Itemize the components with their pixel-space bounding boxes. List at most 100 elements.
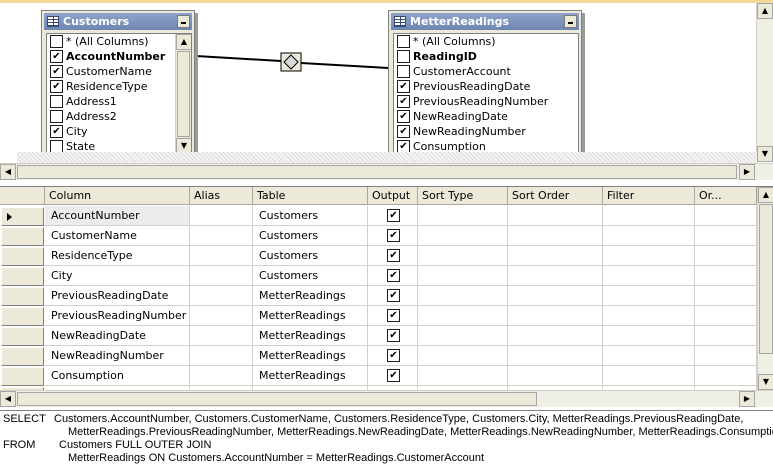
metterreadings-table-box[interactable]: MetterReadings * (All Columns) ReadingID…: [388, 10, 582, 158]
checkbox[interactable]: ✔: [397, 95, 410, 108]
scroll-right-icon[interactable]: ▶: [739, 164, 755, 180]
minimize-button[interactable]: [177, 15, 190, 28]
cell-sorttype[interactable]: [418, 266, 508, 286]
column-item[interactable]: ✔ City: [47, 124, 191, 139]
header-output[interactable]: Output: [368, 187, 418, 205]
cell-sorttype[interactable]: [418, 366, 508, 386]
cell-sorttype[interactable]: [418, 326, 508, 346]
cell-or[interactable]: [695, 226, 757, 246]
cell-alias[interactable]: [190, 266, 253, 286]
diagram-horizontal-scrollbar[interactable]: ◀ ▶: [0, 163, 773, 180]
cell-output[interactable]: ✔: [368, 226, 418, 246]
checkbox[interactable]: [397, 50, 410, 63]
cell-sorttype[interactable]: [418, 206, 508, 226]
scroll-down-icon[interactable]: ▼: [758, 374, 773, 390]
cell-filter[interactable]: [603, 306, 695, 326]
header-column[interactable]: Column: [45, 187, 190, 205]
cell-sorttype[interactable]: [418, 306, 508, 326]
row-selector[interactable]: [1, 347, 44, 366]
output-checkbox[interactable]: ✔: [387, 269, 400, 282]
cell-sortorder[interactable]: [508, 346, 603, 366]
cell-alias[interactable]: [190, 226, 253, 246]
cell-table[interactable]: MetterReadings: [253, 306, 368, 326]
cell-filter[interactable]: [603, 246, 695, 266]
output-checkbox[interactable]: ✔: [387, 369, 400, 382]
row-selector[interactable]: [1, 327, 44, 346]
checkbox[interactable]: ✔: [397, 125, 410, 138]
scroll-thumb[interactable]: [759, 204, 773, 354]
checkbox[interactable]: [397, 35, 410, 48]
cell-sortorder[interactable]: [508, 286, 603, 306]
column-item[interactable]: * (All Columns): [47, 34, 191, 49]
cell-sortorder[interactable]: [508, 246, 603, 266]
checkbox[interactable]: ✔: [50, 50, 63, 63]
column-item[interactable]: ✔ NewReadingDate: [394, 109, 578, 124]
cell-sortorder[interactable]: [508, 306, 603, 326]
row-selector[interactable]: [1, 227, 44, 246]
checkbox[interactable]: ✔: [50, 125, 63, 138]
cell-sortorder[interactable]: [508, 266, 603, 286]
scroll-up-icon[interactable]: ▲: [176, 34, 191, 50]
output-checkbox[interactable]: ✔: [387, 309, 400, 322]
cell-filter[interactable]: [603, 366, 695, 386]
output-checkbox[interactable]: ✔: [387, 209, 400, 222]
grid-vertical-scrollbar[interactable]: ▲ ▼: [757, 187, 773, 390]
cell-or[interactable]: [695, 306, 757, 326]
header-sort-order[interactable]: Sort Order: [508, 187, 603, 205]
checkbox[interactable]: ✔: [397, 80, 410, 93]
cell-filter[interactable]: [603, 206, 695, 226]
cell-sortorder[interactable]: [508, 366, 603, 386]
cell-column[interactable]: PreviousReadingDate: [45, 286, 190, 306]
cell-table[interactable]: Customers: [253, 266, 368, 286]
customers-table-box[interactable]: Customers * (All Columns) ✔ AccountNumber…: [41, 10, 195, 158]
column-item[interactable]: ✔ ResidenceType: [47, 79, 191, 94]
scroll-left-icon[interactable]: ◀: [0, 391, 16, 407]
row-selector[interactable]: [1, 207, 44, 226]
diagram-vertical-scrollbar[interactable]: ▲ ▼: [756, 3, 773, 162]
cell-output[interactable]: ✔: [368, 326, 418, 346]
cell-table[interactable]: Customers: [253, 206, 368, 226]
cell-alias[interactable]: [190, 366, 253, 386]
scroll-down-icon[interactable]: ▼: [757, 146, 773, 162]
header-sort-type[interactable]: Sort Type: [418, 187, 508, 205]
cell-output[interactable]: ✔: [368, 246, 418, 266]
column-item[interactable]: ✔ NewReadingNumber: [394, 124, 578, 139]
cell-table[interactable]: Customers: [253, 226, 368, 246]
cell-alias[interactable]: [190, 246, 253, 266]
cell-column[interactable]: Consumption: [45, 366, 190, 386]
cell-column[interactable]: AccountNumber: [45, 206, 190, 226]
cell-table[interactable]: MetterReadings: [253, 286, 368, 306]
cell-alias[interactable]: [190, 206, 253, 226]
scroll-thumb[interactable]: [177, 51, 190, 137]
scroll-left-icon[interactable]: ◀: [0, 164, 16, 180]
cell-column[interactable]: CustomerName: [45, 226, 190, 246]
cell-filter[interactable]: [603, 326, 695, 346]
cell-output[interactable]: ✔: [368, 266, 418, 286]
customers-vertical-scrollbar[interactable]: ▲ ▼: [175, 34, 191, 154]
checkbox[interactable]: ✔: [397, 110, 410, 123]
cell-filter[interactable]: [603, 226, 695, 246]
header-filter[interactable]: Filter: [603, 187, 695, 205]
cell-sorttype[interactable]: [418, 226, 508, 246]
scroll-thumb[interactable]: [17, 392, 537, 406]
cell-output[interactable]: ✔: [368, 366, 418, 386]
checkbox[interactable]: ✔: [50, 65, 63, 78]
cell-table[interactable]: MetterReadings: [253, 346, 368, 366]
output-checkbox[interactable]: ✔: [387, 249, 400, 262]
pane-splitter[interactable]: [17, 152, 757, 163]
column-item[interactable]: Address1: [47, 94, 191, 109]
header-or[interactable]: Or...: [695, 187, 757, 205]
cell-sortorder[interactable]: [508, 326, 603, 346]
cell-column[interactable]: PreviousReadingNumber: [45, 306, 190, 326]
row-selector[interactable]: [1, 367, 44, 386]
cell-or[interactable]: [695, 366, 757, 386]
cell-sortorder[interactable]: [508, 206, 603, 226]
minimize-button[interactable]: [564, 15, 577, 28]
scroll-up-icon[interactable]: ▲: [757, 3, 773, 19]
cell-alias[interactable]: [190, 346, 253, 366]
cell-output[interactable]: ✔: [368, 346, 418, 366]
scroll-up-icon[interactable]: ▲: [758, 187, 773, 203]
grid-horizontal-scrollbar[interactable]: ◀ ▶: [0, 390, 773, 407]
cell-or[interactable]: [695, 206, 757, 226]
output-checkbox[interactable]: ✔: [387, 289, 400, 302]
